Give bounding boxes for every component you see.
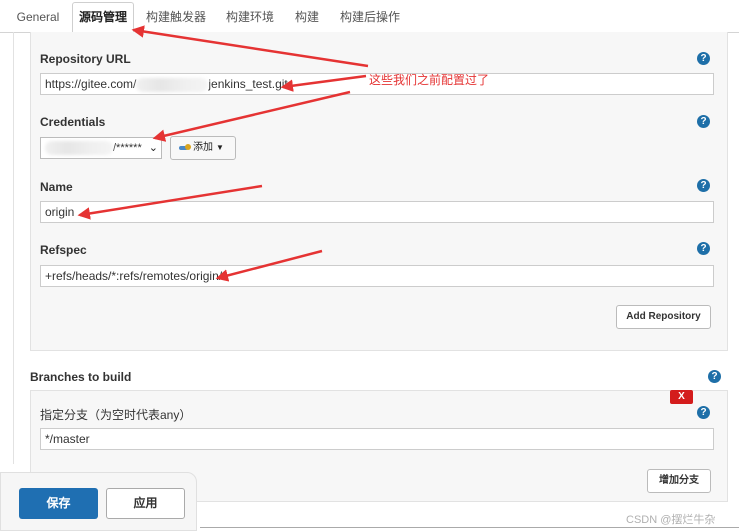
tab-build-environment[interactable]: 构建环境	[220, 4, 280, 31]
repository-url-suffix: jenkins_test.git	[208, 77, 288, 91]
caret-down-icon: ▼	[216, 143, 224, 152]
refspec-help-icon[interactable]: ?	[697, 242, 710, 255]
section-guide-line	[13, 32, 14, 464]
tab-post-build-actions[interactable]: 构建后操作	[335, 4, 405, 31]
tab-general[interactable]: General	[10, 4, 66, 31]
branch-specifier-input[interactable]: */master	[40, 428, 714, 450]
add-credentials-label: 添加	[193, 142, 213, 153]
name-label: Name	[40, 180, 73, 194]
tab-build-triggers[interactable]: 构建触发器	[140, 4, 212, 31]
repository-url-prefix: https://gitee.com/	[45, 77, 137, 91]
key-icon	[179, 144, 191, 150]
refspec-input[interactable]: +refs/heads/*:refs/remotes/origin/*	[40, 265, 714, 287]
chevron-down-icon: ⌄	[148, 142, 158, 154]
repository-url-label: Repository URL	[40, 52, 131, 66]
tab-source-code-management[interactable]: 源码管理	[72, 2, 134, 34]
add-branch-button[interactable]: 增加分支	[647, 469, 711, 493]
watermark: CSDN @摆烂牛杂	[626, 514, 716, 526]
repository-url-help-icon[interactable]: ?	[697, 52, 710, 65]
credentials-value: /******	[113, 142, 142, 154]
credentials-help-icon[interactable]: ?	[697, 115, 710, 128]
tab-build[interactable]: 构建	[288, 4, 326, 31]
name-input[interactable]: origin	[40, 201, 714, 223]
branch-specifier-label: 指定分支（为空时代表any）	[40, 408, 192, 422]
refspec-label: Refspec	[40, 243, 87, 257]
branches-to-build-label: Branches to build	[30, 370, 132, 384]
redacted-blur	[136, 77, 209, 92]
branches-help-icon[interactable]: ?	[708, 370, 721, 383]
add-credentials-button[interactable]: 添加 ▼	[170, 136, 236, 160]
branch-specifier-help-icon[interactable]: ?	[697, 406, 710, 419]
credentials-select[interactable]: /****** ⌄	[40, 137, 162, 159]
add-repository-button[interactable]: Add Repository	[616, 305, 711, 329]
redacted-blur	[45, 141, 113, 156]
apply-button[interactable]: 应用	[106, 488, 185, 519]
bottom-divider	[200, 527, 739, 528]
annotation-text: 这些我们之前配置过了	[369, 73, 490, 87]
name-help-icon[interactable]: ?	[697, 179, 710, 192]
config-tabs: General 源码管理 构建触发器 构建环境 构建 构建后操作	[0, 0, 739, 34]
delete-branch-button[interactable]: X	[670, 390, 693, 404]
credentials-label: Credentials	[40, 115, 106, 129]
save-button[interactable]: 保存	[19, 488, 98, 519]
